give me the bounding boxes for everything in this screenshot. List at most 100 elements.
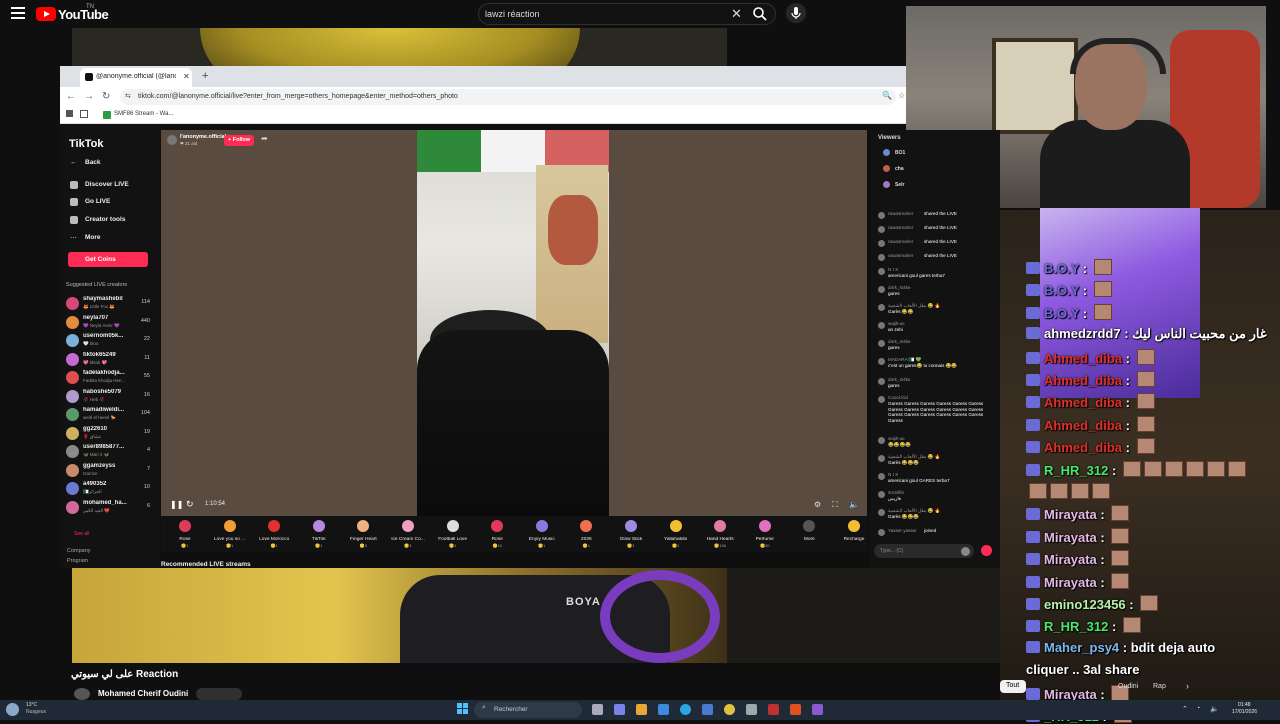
viewer-avatar[interactable]: [883, 165, 890, 172]
chat-user-avatar[interactable]: [878, 254, 885, 261]
chat-username[interactable]: N I X: [888, 472, 898, 477]
chat-user-avatar[interactable]: [878, 358, 885, 365]
creator-item[interactable]: mohamed_ha... العيد الكبير ❤️ 6: [66, 500, 156, 516]
clock-time[interactable]: 01:48: [1238, 702, 1251, 708]
store-icon[interactable]: [658, 704, 669, 715]
share-icon[interactable]: ➦: [261, 134, 268, 143]
app-icon[interactable]: [768, 704, 779, 715]
subscribe-button[interactable]: [196, 688, 242, 700]
volume-icon[interactable]: 🔈: [849, 500, 859, 509]
tray-chevron-icon[interactable]: ⌃: [1182, 705, 1188, 713]
gift-item[interactable]: 2026 🪙1: [564, 519, 608, 551]
taskbar-search[interactable]: [474, 702, 582, 718]
company-link[interactable]: Company: [67, 548, 91, 554]
mic-icon[interactable]: [786, 3, 806, 23]
network-icon[interactable]: ◔: [1196, 705, 1200, 712]
follow-label[interactable]: + Follow: [228, 137, 250, 143]
nav-discover-live[interactable]: Discover LIVE: [85, 181, 129, 188]
edge-icon[interactable]: [680, 704, 691, 715]
new-tab-icon[interactable]: +: [202, 70, 208, 82]
fullscreen-icon[interactable]: ⛶: [832, 500, 838, 510]
search-input-value[interactable]: lawzi réaction: [485, 9, 540, 19]
chat-user-avatar[interactable]: [878, 529, 885, 536]
gift-item[interactable]: Enjoy Music 🪙1: [520, 519, 564, 551]
program-link[interactable]: Program: [67, 558, 88, 564]
chat-username[interactable]: rawasmaher: [888, 239, 913, 244]
settings-icon[interactable]: ⚙: [814, 500, 821, 509]
menu-icon[interactable]: [11, 7, 25, 19]
chip-channel[interactable]: Oudini: [1118, 683, 1138, 690]
chat-user-avatar[interactable]: [878, 212, 885, 219]
clock-date[interactable]: 17/01/2026: [1232, 709, 1257, 715]
chip-all-label[interactable]: Tout: [1006, 682, 1019, 689]
creator-item[interactable]: a490352 🇩🇿الجزائر 10: [66, 481, 156, 497]
chat-username[interactable]: d4rk_st4ke: [888, 377, 910, 382]
chevron-right-icon[interactable]: ›: [1186, 681, 1189, 691]
close-tab-icon[interactable]: ✕: [183, 72, 190, 81]
chat-user-avatar[interactable]: [878, 378, 885, 385]
apps-icon[interactable]: [66, 110, 73, 117]
gift-item[interactable]: Football Love 🪙1: [431, 519, 475, 551]
reload-icon[interactable]: ↻: [102, 91, 110, 102]
chat-username[interactable]: d4rk_st4ke: [888, 285, 910, 290]
back-icon[interactable]: ←: [66, 91, 76, 102]
viewer-name[interactable]: Selr: [895, 182, 904, 188]
chat-input-placeholder[interactable]: Type... (C): [880, 548, 903, 554]
gift-item[interactable]: Ice Cream Co... 🪙1: [386, 519, 430, 551]
app-icon[interactable]: [790, 704, 801, 715]
creator-item[interactable]: user8985877... 🦋 Mari ¢ 🦋 4: [66, 444, 156, 460]
creator-item[interactable]: haboshe5079 🥀 Heb 🥀 16: [66, 389, 156, 405]
host-name[interactable]: l'anonyme.official: [180, 134, 226, 140]
chat-user-avatar[interactable]: [878, 340, 885, 347]
chat-user-avatar[interactable]: [878, 473, 885, 480]
zoom-icon[interactable]: 🔍: [882, 91, 892, 100]
teams-icon[interactable]: [614, 704, 625, 715]
creator-item[interactable]: neyla707 💜 Neyla Asmr 💜 440: [66, 315, 156, 331]
chat-username[interactable]: d4rk_st4ke: [888, 339, 910, 344]
url-text[interactable]: tiktok.com/@lanonyme.official/live?enter…: [138, 93, 458, 100]
chat-username[interactable]: rawasmaher: [888, 225, 913, 230]
chat-user-avatar[interactable]: [878, 240, 885, 247]
creator-item[interactable]: ggamzeyss Gamze 7: [66, 463, 156, 479]
file-explorer-icon[interactable]: [636, 704, 647, 715]
chat-user-avatar[interactable]: [878, 226, 885, 233]
weather-desc[interactable]: Nuageux: [26, 709, 46, 715]
nav-more[interactable]: More: [85, 234, 101, 241]
weather-temp[interactable]: 13°C: [26, 702, 37, 708]
youtube-logo-text[interactable]: YouTube: [58, 7, 109, 22]
refresh-icon[interactable]: ↻: [186, 499, 194, 510]
viewer-avatar[interactable]: [883, 149, 890, 156]
pause-icon[interactable]: ❚❚: [170, 500, 183, 509]
chat-username[interactable]: rawasmaher: [888, 211, 913, 216]
chat-user-avatar[interactable]: [878, 491, 885, 498]
nav-creator-tools[interactable]: Creator tools: [85, 216, 125, 223]
host-avatar[interactable]: [167, 135, 177, 145]
creator-item[interactable]: gg22610 🌹 عشاق 19: [66, 426, 156, 442]
creator-item[interactable]: tiktok65249 💖 tiktok 💖 11: [66, 352, 156, 368]
clear-search-icon[interactable]: ✕: [731, 6, 742, 22]
chat-user-avatar[interactable]: [878, 268, 885, 275]
gift-item[interactable]: Perfume 🪙20: [743, 519, 787, 551]
chat-username[interactable]: Yasser yasser: [888, 528, 917, 533]
weather-icon[interactable]: [6, 703, 19, 716]
bookmark-star-icon[interactable]: ☆: [898, 91, 905, 100]
gift-item[interactable]: Yallahabibi 🪙1: [654, 519, 698, 551]
tab-grid-icon[interactable]: [80, 110, 88, 118]
app-icon[interactable]: [812, 704, 823, 715]
creator-item[interactable]: hamadiweldi... weld el heeel 🐎 104: [66, 407, 156, 423]
channel-avatar[interactable]: [74, 688, 90, 700]
gift-item[interactable]: Finger Heart 🪙5: [341, 519, 385, 551]
search-icon[interactable]: [752, 6, 768, 22]
chat-user-avatar[interactable]: [878, 396, 885, 403]
viewer-name[interactable]: BO1: [895, 150, 905, 156]
chat-user-avatar[interactable]: [878, 437, 885, 444]
youtube-logo-icon[interactable]: [36, 7, 56, 21]
chip-rap[interactable]: Rap: [1153, 683, 1166, 690]
chat-username[interactable]: N I X: [888, 267, 898, 272]
gift-item[interactable]: TikTok 🪙1: [297, 519, 341, 551]
task-view-icon[interactable]: [592, 704, 603, 715]
gift-item[interactable]: Rose 🪙1: [163, 519, 207, 551]
chat-user-avatar[interactable]: [878, 304, 885, 311]
bookmark-item[interactable]: SMF86 Stream - Wa...: [114, 111, 173, 117]
creator-item[interactable]: fadelakhodja... Fadela Khodja Hen... 55: [66, 370, 156, 386]
